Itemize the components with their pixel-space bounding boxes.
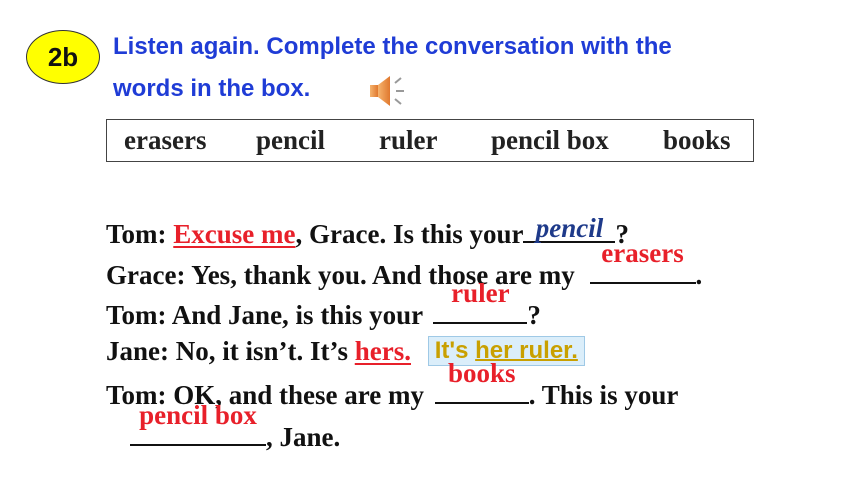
blank-ruler: ruler	[433, 280, 528, 324]
speaker-icon[interactable]	[368, 74, 408, 108]
conversation-line-3: Tom: And Jane, is this your ruler?	[106, 280, 541, 330]
instruction-line-1: Listen again. Complete the conversation …	[113, 33, 672, 60]
instruction-line-2: words in the box.	[113, 75, 311, 102]
word-box-item: ruler	[379, 125, 438, 155]
answer-hers: hers.	[354, 336, 411, 366]
blank-pencil-box: pencil box	[130, 402, 266, 446]
blank-erasers: erasers	[589, 240, 696, 284]
conversation-line-1: Tom: Excuse me, Grace. Is this your penci…	[106, 215, 629, 249]
blank-books: books	[434, 360, 529, 404]
line-end: ?	[527, 300, 541, 330]
word-box: erasers pencil ruler pencil box books	[106, 119, 754, 162]
answer-erasers: erasers	[601, 238, 684, 268]
answer-ruler: ruler	[451, 278, 510, 308]
answer-books: books	[447, 358, 516, 388]
word-box-item: erasers	[124, 125, 207, 155]
answer-pencil-box: pencil box	[139, 400, 257, 430]
word-box-item: pencil	[256, 125, 326, 155]
line-text: Tom: And Jane, is this your	[106, 300, 423, 330]
answer-excuse-me: Excuse me	[173, 219, 296, 249]
line-end: , Jane.	[266, 422, 341, 452]
line-text: . This is your	[528, 380, 679, 410]
line-end: .	[695, 260, 703, 290]
conversation-line-6: pencil box , Jane.	[130, 402, 341, 452]
speaker-label: Tom:	[106, 219, 167, 249]
word-box-item: pencil box	[491, 125, 609, 155]
line-text: Jane: No, it isn’t. It’s	[106, 336, 348, 366]
word-box-item: books	[663, 125, 731, 155]
line-text: , Grace. Is this your	[295, 219, 524, 249]
conversation-line-2: Grace: Yes, thank you. And those are my …	[106, 240, 703, 290]
section-badge: 2b	[26, 30, 100, 84]
